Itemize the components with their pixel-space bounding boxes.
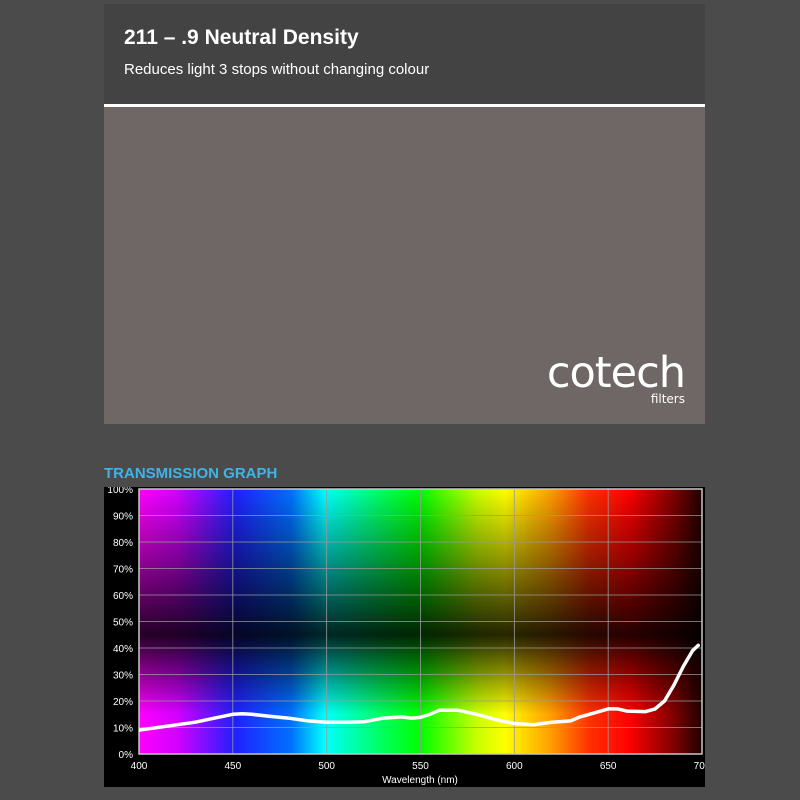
logo-wordmark: cotech bbox=[546, 348, 686, 398]
data-point bbox=[362, 720, 366, 724]
x-tick-label: 700 bbox=[694, 761, 705, 772]
data-point bbox=[625, 709, 629, 713]
x-tick-label: 450 bbox=[224, 761, 241, 772]
data-point bbox=[531, 723, 535, 727]
data-point bbox=[653, 707, 657, 711]
data-point bbox=[212, 716, 216, 720]
transmission-graph: 0% 10% 20% 30% 40% 50% 60% 70% 80% 90% 100% 400 450… bbox=[104, 487, 705, 787]
data-point bbox=[494, 718, 498, 722]
y-tick-label: 70% bbox=[113, 565, 133, 576]
data-point bbox=[193, 720, 197, 724]
y-tick-label: 50% bbox=[113, 618, 133, 629]
data-point bbox=[550, 720, 554, 724]
data-point bbox=[512, 721, 516, 726]
data-point bbox=[578, 715, 582, 719]
data-point bbox=[696, 643, 700, 647]
filter-header: 211 – .9 Neutral Density Reduces light 3… bbox=[104, 4, 705, 107]
data-point bbox=[325, 720, 329, 724]
data-point bbox=[456, 708, 460, 712]
data-point bbox=[400, 715, 404, 719]
data-point bbox=[606, 707, 610, 711]
data-point bbox=[672, 683, 676, 687]
data-point bbox=[662, 699, 667, 703]
data-point bbox=[174, 723, 179, 727]
data-point bbox=[409, 716, 413, 720]
y-tick-label: 20% bbox=[113, 697, 133, 708]
y-tick-label: 40% bbox=[113, 644, 133, 655]
x-tick-label: 550 bbox=[412, 761, 429, 772]
data-point bbox=[146, 727, 150, 731]
data-point bbox=[156, 725, 160, 730]
data-point bbox=[644, 710, 648, 714]
data-point bbox=[569, 719, 573, 723]
data-point bbox=[681, 665, 685, 669]
x-axis-title: Wavelength (nm) bbox=[382, 775, 458, 786]
y-tick-label: 90% bbox=[113, 512, 133, 523]
y-tick-label: 0% bbox=[119, 750, 134, 761]
data-point bbox=[540, 721, 545, 726]
filter-title: 211 – .9 Neutral Density bbox=[124, 26, 359, 49]
data-point bbox=[231, 712, 235, 716]
data-point bbox=[250, 712, 254, 716]
data-point bbox=[418, 715, 423, 719]
data-point bbox=[306, 719, 310, 723]
data-point bbox=[381, 716, 385, 720]
x-tick-label: 650 bbox=[600, 761, 617, 772]
data-point bbox=[587, 712, 591, 716]
data-point bbox=[268, 714, 272, 718]
x-tick-label: 400 bbox=[131, 761, 148, 772]
y-tick-label: 80% bbox=[113, 538, 133, 549]
data-point bbox=[343, 720, 347, 724]
data-point bbox=[691, 649, 695, 653]
data-point bbox=[475, 712, 479, 716]
graph-heading: TRANSMISSION GRAPH bbox=[104, 465, 278, 482]
data-point bbox=[615, 707, 620, 711]
data-point bbox=[437, 708, 441, 712]
data-point bbox=[287, 716, 291, 720]
x-tick-label: 600 bbox=[506, 761, 523, 772]
y-tick-label: 10% bbox=[113, 724, 133, 735]
y-tick-label: 100% bbox=[107, 487, 133, 496]
color-swatch: cotech filters bbox=[104, 107, 705, 424]
cotech-logo: cotech filters bbox=[546, 348, 686, 407]
data-point bbox=[428, 712, 432, 716]
filter-subtitle: Reduces light 3 stops without changing c… bbox=[124, 61, 430, 78]
data-point bbox=[240, 712, 244, 716]
y-tick-label: 30% bbox=[113, 671, 133, 682]
y-tick-label: 60% bbox=[113, 591, 133, 602]
x-tick-label: 500 bbox=[318, 761, 335, 772]
